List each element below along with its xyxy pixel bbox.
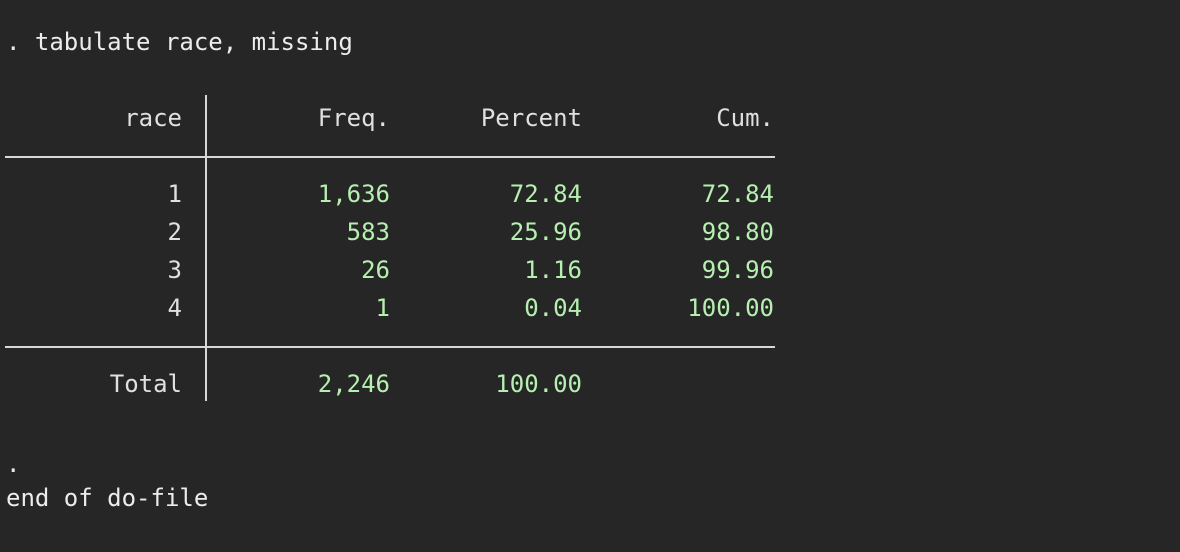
stata-results-window: . tabulate race, missing race Freq. Perc… [0,0,1180,552]
header-race: race [124,104,182,132]
end-of-do-file-message: end of do-file [6,484,209,512]
row-1-freq: 1,636 [317,180,390,208]
row-1-label: 1 [167,180,182,208]
header-cum: Cum. [716,104,774,132]
header-percent: Percent [480,104,582,132]
total-percent: 100.00 [495,370,582,398]
table-vertical-rule [205,95,207,401]
total-freq: 2,246 [317,370,390,398]
command-line: . tabulate race, missing [6,28,353,56]
row-3-label: 3 [167,256,182,284]
row-1-cum: 72.84 [701,180,774,208]
header-separator-rule [5,156,775,158]
row-1-percent: 72.84 [509,180,582,208]
row-4-percent: 0.04 [524,294,582,322]
row-2-cum: 98.80 [701,218,774,246]
row-3-cum: 99.96 [701,256,774,284]
total-separator-rule [5,346,775,348]
row-4-label: 4 [167,294,182,322]
prompt-dot: . [6,450,21,478]
row-2-percent: 25.96 [509,218,582,246]
row-4-freq: 1 [375,294,390,322]
header-freq: Freq. [317,104,390,132]
row-2-label: 2 [167,218,182,246]
row-3-percent: 1.16 [524,256,582,284]
total-label: Total [109,370,182,398]
row-4-cum: 100.00 [687,294,774,322]
row-2-freq: 583 [346,218,390,246]
row-3-freq: 26 [361,256,390,284]
